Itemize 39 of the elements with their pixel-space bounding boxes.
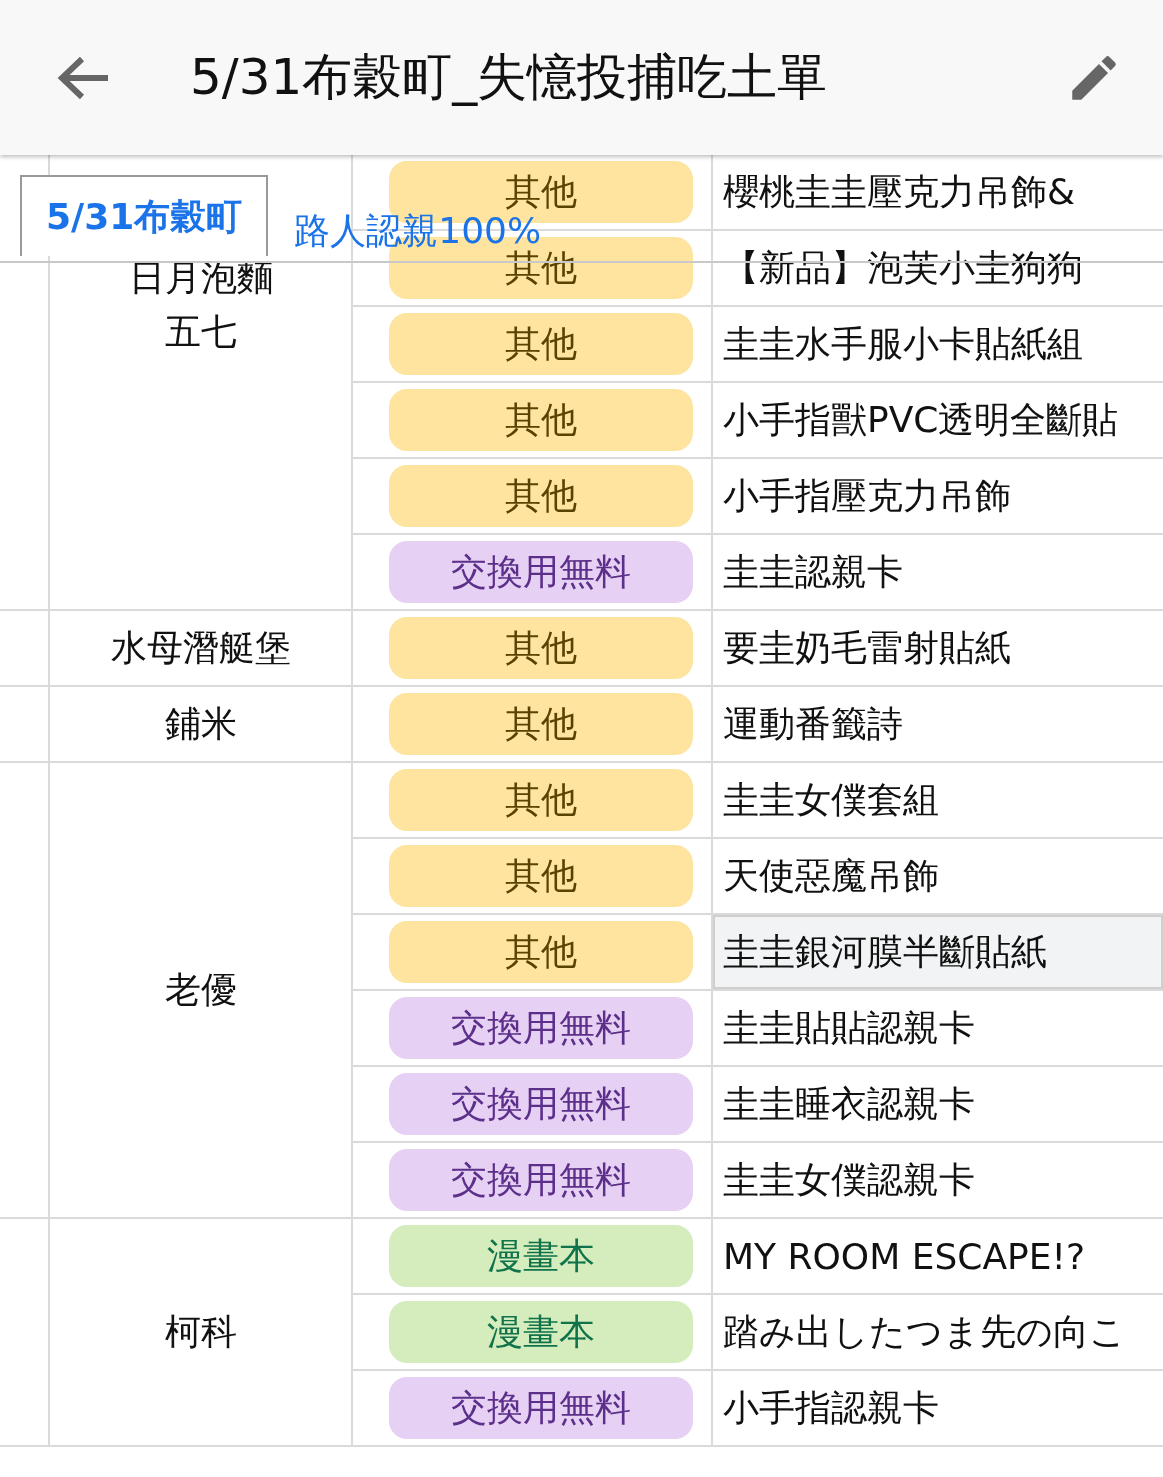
table-cell[interactable]: 小手指壓克力吊飾: [713, 459, 1163, 535]
table-cell[interactable]: 圭圭水手服小卡貼紙組: [713, 307, 1163, 383]
table-cell[interactable]: 小手指認親卡: [713, 1371, 1163, 1447]
table-cell[interactable]: 圭圭認親卡: [713, 535, 1163, 611]
table-cell[interactable]: 圭圭睡衣認親卡: [713, 1067, 1163, 1143]
table-cell[interactable]: 運動番籤詩: [713, 687, 1163, 763]
table-cell[interactable]: MY ROOM ESCAPE!?: [713, 1219, 1163, 1295]
shop-name: 水母潛艇堡: [110, 626, 291, 670]
category-chip: 其他: [389, 617, 693, 679]
sheet-tab[interactable]: 5/31布穀町: [20, 175, 269, 256]
shop-name: 柯科: [164, 1310, 237, 1354]
category-chip: 交換用無料: [389, 997, 693, 1059]
table-cell[interactable]: 踏み出したつま先の向こ: [713, 1295, 1163, 1371]
category-chip: 漫畫本: [389, 1301, 693, 1363]
category-chip: 交換用無料: [389, 541, 693, 603]
table-cell[interactable]: 圭圭女僕套組: [713, 763, 1163, 839]
category-chip: 其他: [389, 845, 693, 907]
table-cell[interactable]: 圭圭女僕認親卡: [713, 1143, 1163, 1219]
category-chip: 漫畫本: [389, 1225, 693, 1287]
shop-name: 日月泡麵: [128, 256, 273, 300]
category-chip: 其他: [389, 769, 693, 831]
window-title: 5/31布穀町_失憶投捕吃土單: [190, 47, 829, 108]
category-chip: 交換用無料: [389, 1073, 693, 1135]
table-cell[interactable]: 小手指獸PVC透明全斷貼: [713, 383, 1163, 459]
table-cell[interactable]: 櫻桃圭圭壓克力吊飾&: [713, 155, 1163, 231]
shop-name: 鋪米: [164, 702, 237, 746]
category-chip: 其他: [389, 389, 693, 451]
category-chip: 其他: [389, 313, 693, 375]
category-chip: 交換用無料: [389, 1149, 693, 1211]
category-chip: 其他: [389, 693, 693, 755]
table-cell[interactable]: 圭圭銀河膜半斷貼紙: [713, 915, 1163, 991]
category-chip: 其他: [389, 921, 693, 983]
table-cell[interactable]: 要圭奶毛雷射貼紙: [713, 611, 1163, 687]
shop-name: 老優: [164, 968, 237, 1012]
table-cell[interactable]: 圭圭貼貼認親卡: [713, 991, 1163, 1067]
back-icon[interactable]: [56, 54, 110, 101]
category-chip: 交換用無料: [389, 1377, 693, 1439]
category-chip: 其他: [389, 465, 693, 527]
shop-name: 五七: [164, 310, 237, 354]
